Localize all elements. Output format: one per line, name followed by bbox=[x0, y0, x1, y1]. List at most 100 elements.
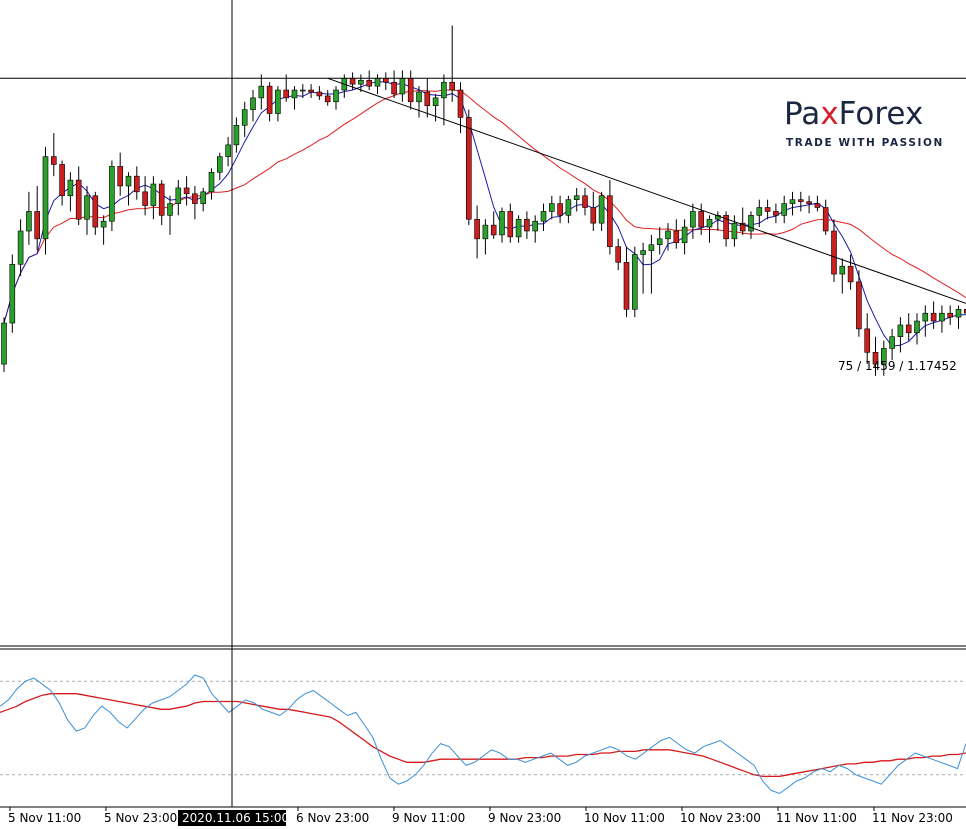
candle-body bbox=[781, 203, 788, 216]
candle-body bbox=[607, 195, 613, 247]
candle-body bbox=[84, 195, 90, 220]
candle-body bbox=[930, 312, 937, 322]
candle-body bbox=[192, 193, 198, 204]
candle-body bbox=[92, 195, 99, 228]
time-axis-label: 9 Nov 11:00 bbox=[392, 811, 465, 825]
candle-body bbox=[814, 203, 821, 208]
candle-body bbox=[499, 211, 505, 236]
candle-body bbox=[158, 183, 165, 216]
trendline-readout: 75 / 1459 / 1.17452 bbox=[838, 359, 957, 373]
candle-body bbox=[789, 199, 796, 204]
candle-body bbox=[34, 211, 41, 240]
time-axis-label: 11 Nov 23:00 bbox=[872, 811, 953, 825]
candle-body bbox=[167, 203, 173, 216]
candle-body bbox=[399, 78, 406, 95]
candle-body bbox=[914, 320, 920, 334]
time-axis-label: 10 Nov 23:00 bbox=[680, 811, 761, 825]
time-axis-label: 9 Nov 23:00 bbox=[488, 811, 561, 825]
candle-body bbox=[308, 89, 314, 93]
candle-body bbox=[656, 238, 663, 245]
candle-body bbox=[449, 81, 456, 91]
logo-wordmark: PaxForex bbox=[784, 96, 923, 132]
candle-body bbox=[200, 191, 206, 204]
candle-body bbox=[922, 312, 929, 322]
candle-body bbox=[822, 207, 829, 232]
candle-body bbox=[142, 191, 148, 206]
candle-body bbox=[947, 312, 954, 318]
logo-text-pa: Pa bbox=[784, 96, 820, 132]
candle-body bbox=[217, 156, 223, 173]
time-axis-label: 10 Nov 11:00 bbox=[584, 811, 665, 825]
candle-body bbox=[134, 175, 140, 193]
crosshair-time-label-text: 2020.11.06 15:00 bbox=[182, 811, 289, 825]
candle-body bbox=[806, 201, 812, 204]
candle bbox=[109, 160, 115, 231]
candle-body bbox=[457, 89, 464, 118]
candle bbox=[631, 246, 638, 318]
candle-body bbox=[524, 218, 530, 232]
candle-body bbox=[640, 250, 646, 255]
candle-body bbox=[706, 218, 713, 228]
candle-body bbox=[358, 79, 364, 85]
candle bbox=[1, 317, 7, 372]
paxforex-logo: PaxForex TRADE WITH PASSION bbox=[784, 96, 944, 149]
candle-body bbox=[673, 230, 680, 244]
candle-body bbox=[764, 207, 771, 212]
candle-body bbox=[548, 203, 555, 212]
candle-body bbox=[864, 328, 871, 353]
candle-body bbox=[283, 89, 290, 99]
candle-body bbox=[507, 211, 514, 238]
candle-body bbox=[897, 324, 904, 338]
candle bbox=[42, 146, 49, 255]
candle-body bbox=[905, 324, 912, 334]
logo-tagline: TRADE WITH PASSION bbox=[786, 137, 944, 149]
candle-body bbox=[441, 81, 447, 99]
candle-body bbox=[540, 211, 547, 222]
candle-body bbox=[582, 195, 588, 208]
candle-body bbox=[756, 207, 763, 216]
candle-body bbox=[333, 89, 339, 103]
time-axis-label: 6 Nov 23:00 bbox=[296, 811, 369, 825]
candle-body bbox=[175, 187, 182, 204]
candle-body bbox=[42, 156, 49, 240]
price-chart[interactable]: 75 / 1459 / 1.17452 PaxForex TRADE WITH … bbox=[0, 0, 966, 829]
candle-body bbox=[233, 124, 240, 146]
candle-body bbox=[773, 211, 779, 216]
candle-body bbox=[374, 78, 381, 87]
crosshair-time-label: 2020.11.06 15:00 bbox=[178, 810, 289, 826]
candle-body bbox=[241, 109, 248, 126]
candle-body bbox=[117, 166, 123, 187]
candle-body bbox=[631, 254, 638, 310]
candle-body bbox=[831, 230, 837, 275]
candle-body bbox=[889, 336, 895, 349]
candle-body bbox=[26, 211, 32, 232]
candle-body bbox=[75, 179, 82, 220]
candle-body bbox=[407, 78, 414, 103]
candle-body bbox=[465, 117, 472, 220]
candle-body bbox=[482, 224, 489, 240]
candle-body bbox=[382, 78, 389, 83]
candle-body bbox=[100, 220, 107, 228]
candle-body bbox=[615, 246, 622, 263]
candle-body bbox=[590, 207, 597, 224]
candle bbox=[9, 254, 16, 333]
candle-body bbox=[50, 156, 57, 165]
candle-body bbox=[424, 91, 431, 107]
candle-body bbox=[59, 164, 65, 197]
logo-text-forex: Forex bbox=[839, 96, 924, 132]
candle-body bbox=[366, 79, 373, 87]
logo-text-x: x bbox=[820, 96, 838, 132]
candle-body bbox=[573, 195, 580, 200]
candle-body bbox=[67, 179, 74, 197]
candle-body bbox=[299, 89, 306, 92]
candle-body bbox=[797, 199, 804, 202]
time-axis-label: 5 Nov 23:00 bbox=[104, 811, 177, 825]
candle-body bbox=[557, 203, 563, 216]
candle-body bbox=[416, 91, 422, 103]
candle-body bbox=[665, 230, 671, 240]
time-axis-label: 11 Nov 11:00 bbox=[776, 811, 857, 825]
candle-body bbox=[839, 265, 846, 275]
candle-body bbox=[9, 263, 16, 324]
candle-body bbox=[698, 211, 705, 228]
candle-body bbox=[690, 211, 696, 228]
